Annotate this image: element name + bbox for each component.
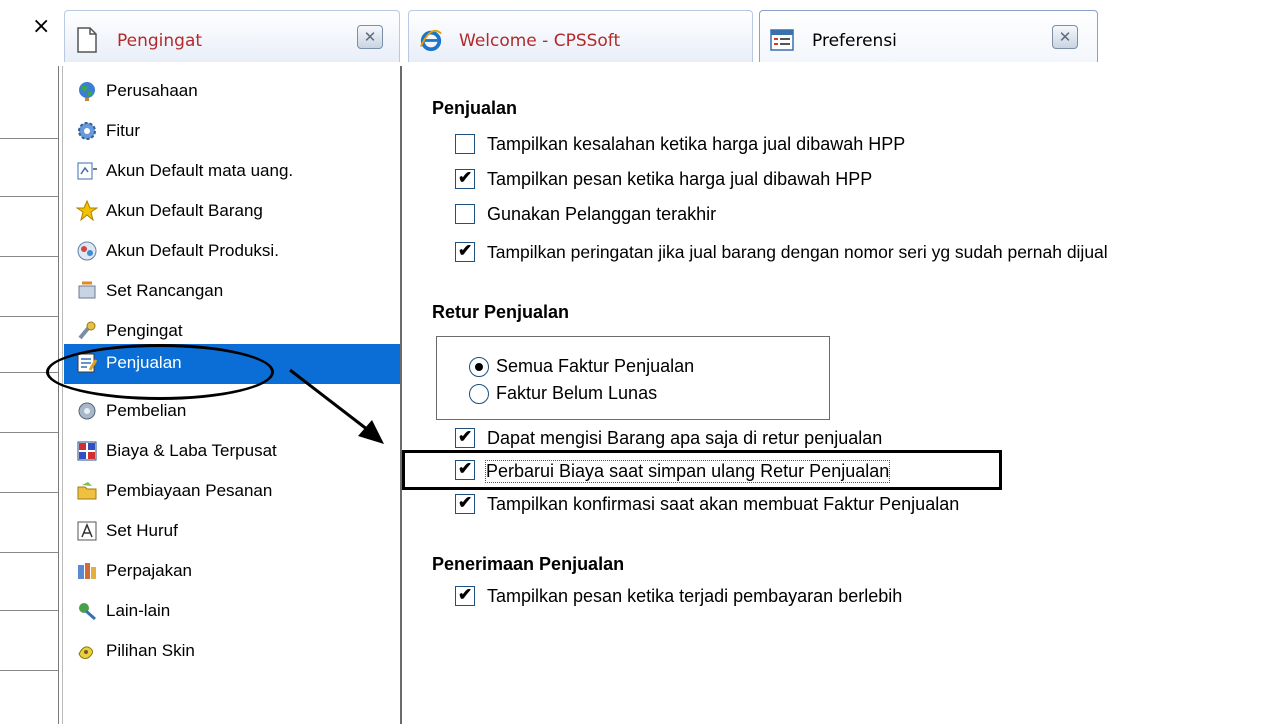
reminder-icon: [78, 321, 96, 340]
folder-icon: [77, 482, 97, 500]
section-title-penerimaan: Penerimaan Penjualan: [432, 554, 625, 574]
tree-item-lain-lain[interactable]: Lain-lain: [64, 592, 400, 632]
tab-preferensi[interactable]: Preferensi ✕: [759, 10, 1098, 62]
tree-item-perpajakan[interactable]: Perpajakan: [64, 552, 400, 592]
checkbox[interactable]: ✔: [455, 168, 475, 189]
divider: [62, 66, 63, 724]
globe-icon: [79, 82, 95, 101]
tab-label: Welcome - CPSSoft: [459, 31, 621, 51]
left-gutter: [0, 66, 59, 724]
radio-button[interactable]: [469, 357, 489, 377]
tree-item-penjualan[interactable]: Penjualan: [64, 344, 400, 384]
skin-icon: [78, 646, 94, 659]
tree-item-fitur[interactable]: Fitur: [64, 112, 400, 152]
checkbox[interactable]: ✔: [455, 427, 475, 448]
preference-tree: Perusahaan Fitur Akun Default mata uang.…: [46, 66, 400, 724]
retur-radio-group: Semua Faktur Penjualan Faktur Belum Luna…: [436, 336, 830, 420]
font-icon: [77, 521, 97, 541]
tab-label: Pengingat: [117, 31, 203, 51]
close-tab-icon[interactable]: ✕: [357, 25, 383, 49]
production-icon: [77, 241, 97, 261]
tree-item-perusahaan[interactable]: Perusahaan: [64, 72, 400, 112]
checkmark-icon: ✔: [458, 427, 473, 446]
grid-icon: [77, 441, 97, 461]
tree-item-set-huruf[interactable]: Set Huruf: [64, 512, 400, 552]
tab-pengingat[interactable]: Pengingat ✕: [64, 10, 400, 62]
tree-item-akun-barang[interactable]: Akun Default Barang: [64, 192, 400, 232]
checkmark-icon: ✔: [458, 459, 473, 478]
close-tab-icon[interactable]: ✕: [1052, 25, 1078, 49]
gear-icon: [78, 122, 96, 140]
preferences-panel: Penjualan Tampilkan kesalahan ketika har…: [402, 66, 1274, 724]
section-title-penjualan: Penjualan: [432, 98, 518, 118]
radio-button[interactable]: [469, 384, 489, 404]
form-icon: [770, 29, 794, 51]
design-icon: [78, 281, 96, 299]
purchase-icon: [78, 402, 96, 420]
sales-icon: [77, 353, 98, 373]
tab-label: Preferensi: [812, 31, 897, 51]
tree-item-pilihan-skin[interactable]: Pilihan Skin: [64, 632, 400, 672]
checkbox[interactable]: ✔: [455, 241, 475, 262]
tree-item-akun-produksi[interactable]: Akun Default Produksi.: [64, 232, 400, 272]
ie-icon: [420, 29, 442, 52]
tree-item-pembiayaan-pesanan[interactable]: Pembiayaan Pesanan: [64, 472, 400, 512]
tree-item-biaya-laba[interactable]: Biaya & Laba Terpusat: [64, 432, 400, 472]
star-icon: [76, 200, 98, 222]
checkmark-icon: ✔: [458, 241, 473, 260]
section-title-retur: Retur Penjualan: [432, 302, 570, 322]
tree-item-akun-mata-uang[interactable]: Akun Default mata uang.: [64, 152, 400, 192]
checkbox[interactable]: ✔: [455, 493, 475, 514]
tab-welcome[interactable]: Welcome - CPSSoft: [408, 10, 753, 62]
checkbox[interactable]: ✔: [455, 585, 475, 606]
close-panel-icon[interactable]: ×: [32, 16, 50, 38]
checkbox[interactable]: [455, 204, 475, 224]
page-icon: [77, 27, 97, 53]
tax-icon: [78, 563, 96, 579]
checkmark-icon: ✔: [458, 168, 473, 187]
misc-icon: [79, 603, 96, 621]
currency-icon: [77, 162, 97, 180]
tree-item-set-rancangan[interactable]: Set Rancangan: [64, 272, 400, 312]
tab-strip: × Pengingat ✕ Welcome - CPSSoft Preferen…: [0, 0, 1274, 66]
tree-item-pembelian[interactable]: Pembelian: [64, 392, 400, 432]
checkbox[interactable]: [455, 134, 475, 154]
checkbox[interactable]: ✔: [455, 459, 475, 480]
checkmark-icon: ✔: [458, 493, 473, 512]
checkmark-icon: ✔: [458, 585, 473, 604]
